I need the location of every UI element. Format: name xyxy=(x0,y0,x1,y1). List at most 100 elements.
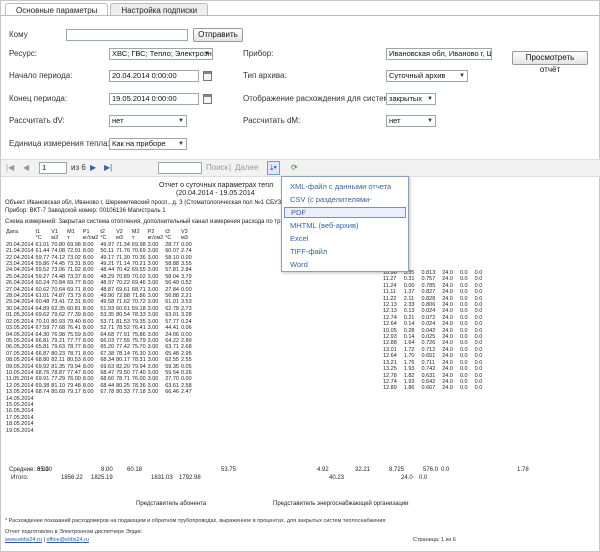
table-cell: 12.89 xyxy=(383,385,397,392)
table-cell: 21.04.2014 xyxy=(6,248,34,255)
table-cell: 53.35 xyxy=(100,312,115,319)
avg-value: 8.00 xyxy=(101,467,113,473)
start-label: Начало периода: xyxy=(9,71,73,80)
table-cell: 75.70 xyxy=(131,344,146,351)
refresh-icon[interactable]: ⟳ xyxy=(291,162,298,174)
table-cell: 78.52 xyxy=(116,325,130,332)
search-input[interactable] xyxy=(158,162,202,174)
resurs-select[interactable]: ХВС; ГВС; Тепло; Электроэне ▼ xyxy=(109,48,213,60)
export-menu-item[interactable]: Word xyxy=(284,259,406,270)
export-menu-item[interactable]: CSV (с разделителями-запятыми) xyxy=(284,194,406,215)
table-cell: 70.72 xyxy=(131,299,146,306)
report-table: Дата t1 V1 M1 P1 t2 V2 M2 P2 t3 V3 °С м3 т кг/см2 °С м3… xyxy=(5,229,193,434)
dv-label: Рассчитать dV: xyxy=(9,116,65,125)
komu-input[interactable] xyxy=(66,29,188,41)
table-cell: 26.04.2014 xyxy=(6,280,34,287)
table-cell: 0.06 xyxy=(180,325,192,332)
export-menu-item[interactable]: XML-файл с данными отчета xyxy=(284,181,406,192)
table-cell: 69.77 xyxy=(67,280,81,287)
table-cell: 2.47 xyxy=(180,389,192,396)
unit-select[interactable]: Как на приборе ▼ xyxy=(109,138,187,150)
first-page-icon[interactable]: |◀ xyxy=(6,162,14,174)
table-cell: 81.35 xyxy=(51,363,66,370)
total-label: Итого: xyxy=(11,475,29,481)
table-cell: 0.0 xyxy=(459,385,468,392)
table-cell: 79.94 xyxy=(67,363,81,370)
calendar-icon[interactable] xyxy=(203,94,212,104)
table-cell: 70.84 xyxy=(51,280,66,287)
report-table-right: 10.98 3.35 0.813 24.0 0.0 0.0 11.27 0.31 0.757 24… xyxy=(382,270,488,392)
table-cell: 64.30 xyxy=(35,331,50,338)
table-cell xyxy=(115,428,131,434)
table-cell: 80.33 xyxy=(116,389,130,396)
table-cell: 77.42 xyxy=(116,344,130,351)
email-link[interactable]: office@eldis24.ru xyxy=(47,537,89,543)
table-cell: 61.44 xyxy=(35,248,50,255)
next-link[interactable]: Далее xyxy=(235,162,258,174)
avg-value: 0.0 xyxy=(441,467,450,473)
table-cell: 3.28 xyxy=(180,312,192,319)
start-date-input[interactable]: 20.04.2014 0:00:00 xyxy=(109,70,199,82)
table-cell: 72.31 xyxy=(67,299,81,306)
table-cell: 68.34 xyxy=(100,357,115,364)
send-button[interactable]: Отправить xyxy=(193,28,243,42)
report-scheme: Схема измерений: Закрытая система отопле… xyxy=(5,219,284,225)
end-label: Конец периода: xyxy=(9,94,68,103)
page-number-input[interactable]: 1 xyxy=(39,162,67,174)
table-cell: 1.86 xyxy=(403,385,415,392)
end-date-input[interactable]: 19.05.2014 0:00:00 xyxy=(109,93,199,105)
table-cell: 69.92 xyxy=(35,363,50,370)
site-link[interactable]: www.eldis24.ru xyxy=(5,537,42,543)
table-cell: 03.05.2014 xyxy=(6,325,34,332)
table-cell: 50.11 xyxy=(100,248,114,255)
table-cell: 09.05.2014 xyxy=(6,363,34,370)
calendar-icon[interactable] xyxy=(203,71,212,81)
table-cell: 48.97 xyxy=(100,280,115,287)
table-cell: 80.69 xyxy=(51,389,66,396)
archive-select[interactable]: Суточный архив ▼ xyxy=(386,70,468,82)
table-cell: 48.44 xyxy=(100,267,115,274)
dv-select[interactable]: нет ▼ xyxy=(109,115,187,127)
view-report-button[interactable]: Просмотреть отчёт xyxy=(512,51,588,74)
pribor-select[interactable]: Ивановская обл, Иваново г, Ш xyxy=(386,48,492,60)
table-cell: 60.07 xyxy=(165,248,179,255)
komu-label: Кому xyxy=(9,30,28,39)
total-value: 1825.19 xyxy=(91,475,113,481)
search-link[interactable]: Поиск xyxy=(206,162,228,174)
total-value: 0.0 xyxy=(419,475,428,481)
export-menu-item[interactable]: TIFF-файл xyxy=(284,246,406,257)
table-cell: 73.06 xyxy=(51,267,66,274)
table-cell: 63.71 xyxy=(165,344,179,351)
total-value: 1856.22 xyxy=(61,475,83,481)
chevron-down-icon: ▼ xyxy=(459,73,465,79)
table-row: 19.05.2014 xyxy=(5,428,193,434)
total-value: 1792.98 xyxy=(179,475,201,481)
table-cell: 70.69 xyxy=(131,248,146,255)
table-cell: 69.91 xyxy=(35,376,50,383)
table-cell xyxy=(99,428,115,434)
table-unit-cell: кг/см2 xyxy=(147,235,164,242)
next-page-icon[interactable]: ▶ xyxy=(90,162,96,174)
export-menu-item[interactable]: Excel xyxy=(284,233,406,244)
export-menu-item[interactable]: PDF xyxy=(284,207,406,218)
last-page-icon[interactable]: ▶| xyxy=(104,162,112,174)
report-toolbar: |◀ ◀ 1 из 6 ▶ ▶| Поиск | Далее ⤓▾ ⟳ xyxy=(1,159,600,177)
table-cell: 65.20 xyxy=(100,344,115,351)
export-menu-item[interactable]: MHTML (веб-архив) xyxy=(284,220,406,231)
prev-page-icon[interactable]: ◀ xyxy=(23,162,29,174)
table-cell xyxy=(180,428,193,434)
dm-select[interactable]: нет ▼ xyxy=(386,115,436,127)
table-cell: 78.77 xyxy=(67,344,81,351)
table-cell: 67.78 xyxy=(100,389,115,396)
rashod-select[interactable]: закрытых ▼ xyxy=(386,93,436,105)
pribor-label: Прибор: xyxy=(243,49,274,58)
table-cell: 79.94 xyxy=(131,363,146,370)
page-count: из 6 xyxy=(71,163,86,172)
table-cell: 52.71 xyxy=(100,325,115,332)
export-icon[interactable]: ⤓▾ xyxy=(267,161,280,175)
table-cell xyxy=(164,428,180,434)
table-cell xyxy=(35,428,51,434)
table-cell: 77.29 xyxy=(51,376,66,383)
table-cell: 3.53 xyxy=(180,299,192,306)
table-cell: 68.74 xyxy=(35,389,50,396)
